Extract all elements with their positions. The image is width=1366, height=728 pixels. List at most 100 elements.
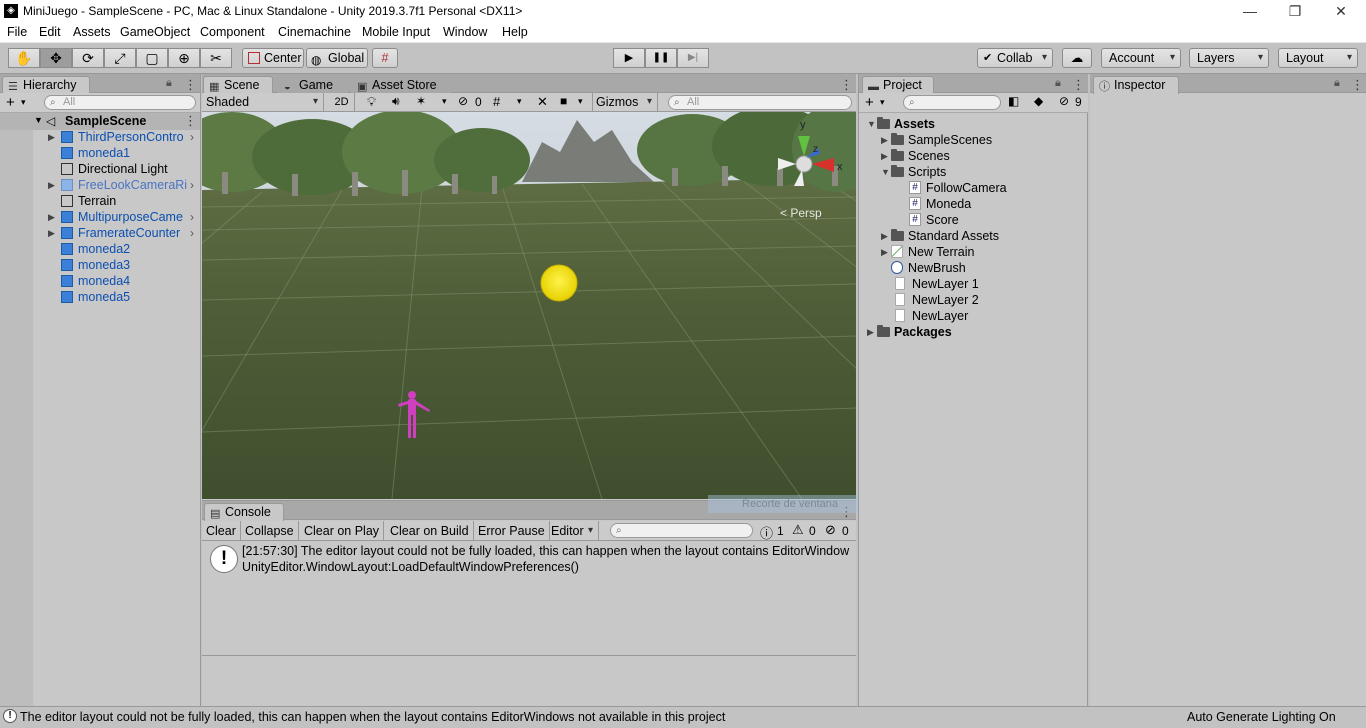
menu-file[interactable]: File (7, 25, 27, 39)
shading-mode-dropdown[interactable]: Shaded (202, 93, 324, 112)
tools-icon[interactable]: ✕ (537, 94, 548, 110)
grid-dropdown-icon[interactable]: ▾ (517, 96, 522, 107)
move-tool-icon[interactable]: ✥ (40, 48, 72, 68)
scene-search-input[interactable]: ⌕ All (668, 95, 852, 110)
hierarchy-item[interactable]: Directional Light (0, 161, 198, 177)
kebab-menu-icon[interactable]: ⋮ (1351, 77, 1364, 93)
minimize-button[interactable]: — (1227, 0, 1273, 23)
editor-dropdown[interactable]: Editor (547, 521, 599, 541)
scale-tool-icon[interactable]: ⤢ (104, 48, 136, 68)
scene-header-row[interactable]: ▼ ◁ SampleScene ⋮ (0, 113, 200, 130)
expand-arrow-icon[interactable]: ▶ (881, 228, 888, 244)
hierarchy-search-input[interactable]: ⌕ All (44, 95, 196, 110)
lock-icon[interactable]: 🔒︎ (1055, 77, 1061, 90)
hierarchy-item[interactable]: moneda2 (0, 241, 198, 257)
hidden-packages-icon[interactable]: ⊘ (1059, 94, 1069, 108)
add-icon[interactable]: + (865, 94, 874, 111)
menu-mobile-input[interactable]: Mobile Input (362, 25, 430, 39)
auto-lighting-status[interactable]: Auto Generate Lighting On (1187, 710, 1336, 724)
toggle-2d-button[interactable]: 2D (329, 93, 355, 112)
project-item[interactable]: ▶ SampleScenes (859, 132, 1088, 148)
rotate-tool-icon[interactable]: ⟳ (72, 48, 104, 68)
project-item[interactable]: NewLayer 2 (859, 292, 1088, 308)
label-icon[interactable]: ◆ (1034, 94, 1043, 108)
gizmos-dropdown[interactable]: Gizmos (592, 93, 658, 112)
hierarchy-item[interactable]: moneda1 (0, 145, 198, 161)
layers-dropdown[interactable]: Layers (1189, 48, 1269, 68)
warning-icon[interactable]: ⚠ (792, 522, 804, 538)
chevron-down-icon[interactable]: ▾ (880, 97, 885, 108)
expand-arrow-icon[interactable]: ▶ (881, 132, 888, 148)
chevron-right-icon[interactable]: › (190, 129, 194, 145)
camera-icon[interactable]: ■ (560, 94, 567, 108)
project-item[interactable]: ▶ Standard Assets (859, 228, 1088, 244)
project-item[interactable]: ▶ Scenes (859, 148, 1088, 164)
account-dropdown[interactable]: Account (1101, 48, 1181, 68)
menu-component[interactable]: Component (200, 25, 265, 39)
menu-gameobject[interactable]: GameObject (120, 25, 190, 39)
play-button[interactable]: ▶ (613, 48, 645, 68)
project-search-input[interactable]: ⌕ (903, 95, 1001, 110)
chevron-down-icon[interactable]: ▾ (21, 97, 26, 108)
clear-on-play-button[interactable]: Clear on Play (300, 521, 385, 541)
tab-console[interactable]: ▤ Console (204, 503, 284, 521)
chevron-right-icon[interactable]: › (190, 177, 194, 193)
expand-arrow-icon[interactable]: ▼ (34, 115, 43, 125)
scene-viewport[interactable]: y x z < Persp (202, 112, 856, 499)
status-message[interactable]: The editor layout could not be fully loa… (20, 710, 725, 724)
error-icon[interactable]: ⊘ (825, 522, 836, 538)
project-item[interactable]: # FollowCamera (859, 180, 1088, 196)
project-item[interactable]: ▶ New Terrain (859, 244, 1088, 260)
perspective-label[interactable]: < Persp (780, 206, 822, 220)
expand-arrow-icon[interactable]: ▶ (881, 148, 888, 164)
collapse-button[interactable]: Collapse (241, 521, 299, 541)
hierarchy-item[interactable]: ▶ FreeLookCameraRi › (0, 177, 198, 193)
scene-render[interactable]: y x z < Persp (202, 112, 856, 499)
expand-arrow-icon[interactable]: ▶ (48, 177, 55, 193)
tab-hierarchy[interactable]: ☰ Hierarchy (2, 76, 90, 94)
lock-icon[interactable]: 🔒︎ (1334, 77, 1340, 90)
hidden-objects-icon[interactable]: ⊘ (458, 94, 468, 108)
maximize-button[interactable]: ❐ (1272, 0, 1318, 23)
tab-project[interactable]: ▬ Project (862, 76, 934, 94)
lightbulb-icon[interactable]: 💡︎ (367, 94, 376, 110)
transform-tool-icon[interactable]: ⊕ (168, 48, 200, 68)
pivot-center-button[interactable]: Center (242, 48, 304, 68)
project-item[interactable]: ▼ Assets (859, 116, 1088, 132)
menu-window[interactable]: Window (443, 25, 487, 39)
tab-inspector[interactable]: ⓘ Inspector (1093, 76, 1179, 94)
console-entry[interactable]: ! [21:57:30] The editor layout could not… (202, 542, 856, 578)
clear-on-build-button[interactable]: Clear on Build (386, 521, 474, 541)
pause-button[interactable]: ❚❚ (645, 48, 677, 68)
kebab-menu-icon[interactable]: ⋮ (184, 77, 197, 93)
tab-asset-store[interactable]: ▣ Asset Store (351, 76, 451, 94)
hierarchy-item[interactable]: moneda3 (0, 257, 198, 273)
menu-edit[interactable]: Edit (39, 25, 61, 39)
expand-arrow-icon[interactable]: ▶ (881, 244, 888, 260)
step-button[interactable]: ▶| (677, 48, 709, 68)
project-item[interactable]: NewLayer 1 (859, 276, 1088, 292)
hierarchy-item[interactable]: ▶ ThirdPersonContro › (0, 129, 198, 145)
layout-dropdown[interactable]: Layout (1278, 48, 1358, 68)
close-button[interactable]: ✕ (1318, 0, 1364, 23)
hierarchy-item[interactable]: moneda4 (0, 273, 198, 289)
chevron-right-icon[interactable]: › (190, 225, 194, 241)
scene-kebab-icon[interactable]: ⋮ (840, 77, 853, 93)
expand-arrow-icon[interactable]: ▶ (867, 324, 874, 340)
scene-kebab-icon[interactable]: ⋮ (184, 113, 197, 129)
project-item[interactable]: NewLayer (859, 308, 1088, 324)
project-item[interactable]: ▼ Scripts (859, 164, 1088, 180)
tab-game[interactable]: ◒ Game (278, 76, 348, 94)
effects-dropdown-icon[interactable]: ▾ (442, 96, 447, 107)
hierarchy-item[interactable]: ▶ FramerateCounter › (0, 225, 198, 241)
clear-button[interactable]: Clear (202, 521, 241, 541)
rect-tool-icon[interactable]: ▢ (136, 48, 168, 68)
coin-object[interactable] (540, 264, 578, 302)
console-search-input[interactable]: ⌕ (610, 523, 753, 538)
pivot-global-button[interactable]: ◍ Global (306, 48, 368, 68)
project-item[interactable]: NewBrush (859, 260, 1088, 276)
lock-icon[interactable]: 🔒︎ (166, 77, 172, 90)
project-item[interactable]: # Moneda (859, 196, 1088, 212)
tab-scene[interactable]: ▦ Scene (203, 76, 273, 94)
project-item[interactable]: # Score (859, 212, 1088, 228)
